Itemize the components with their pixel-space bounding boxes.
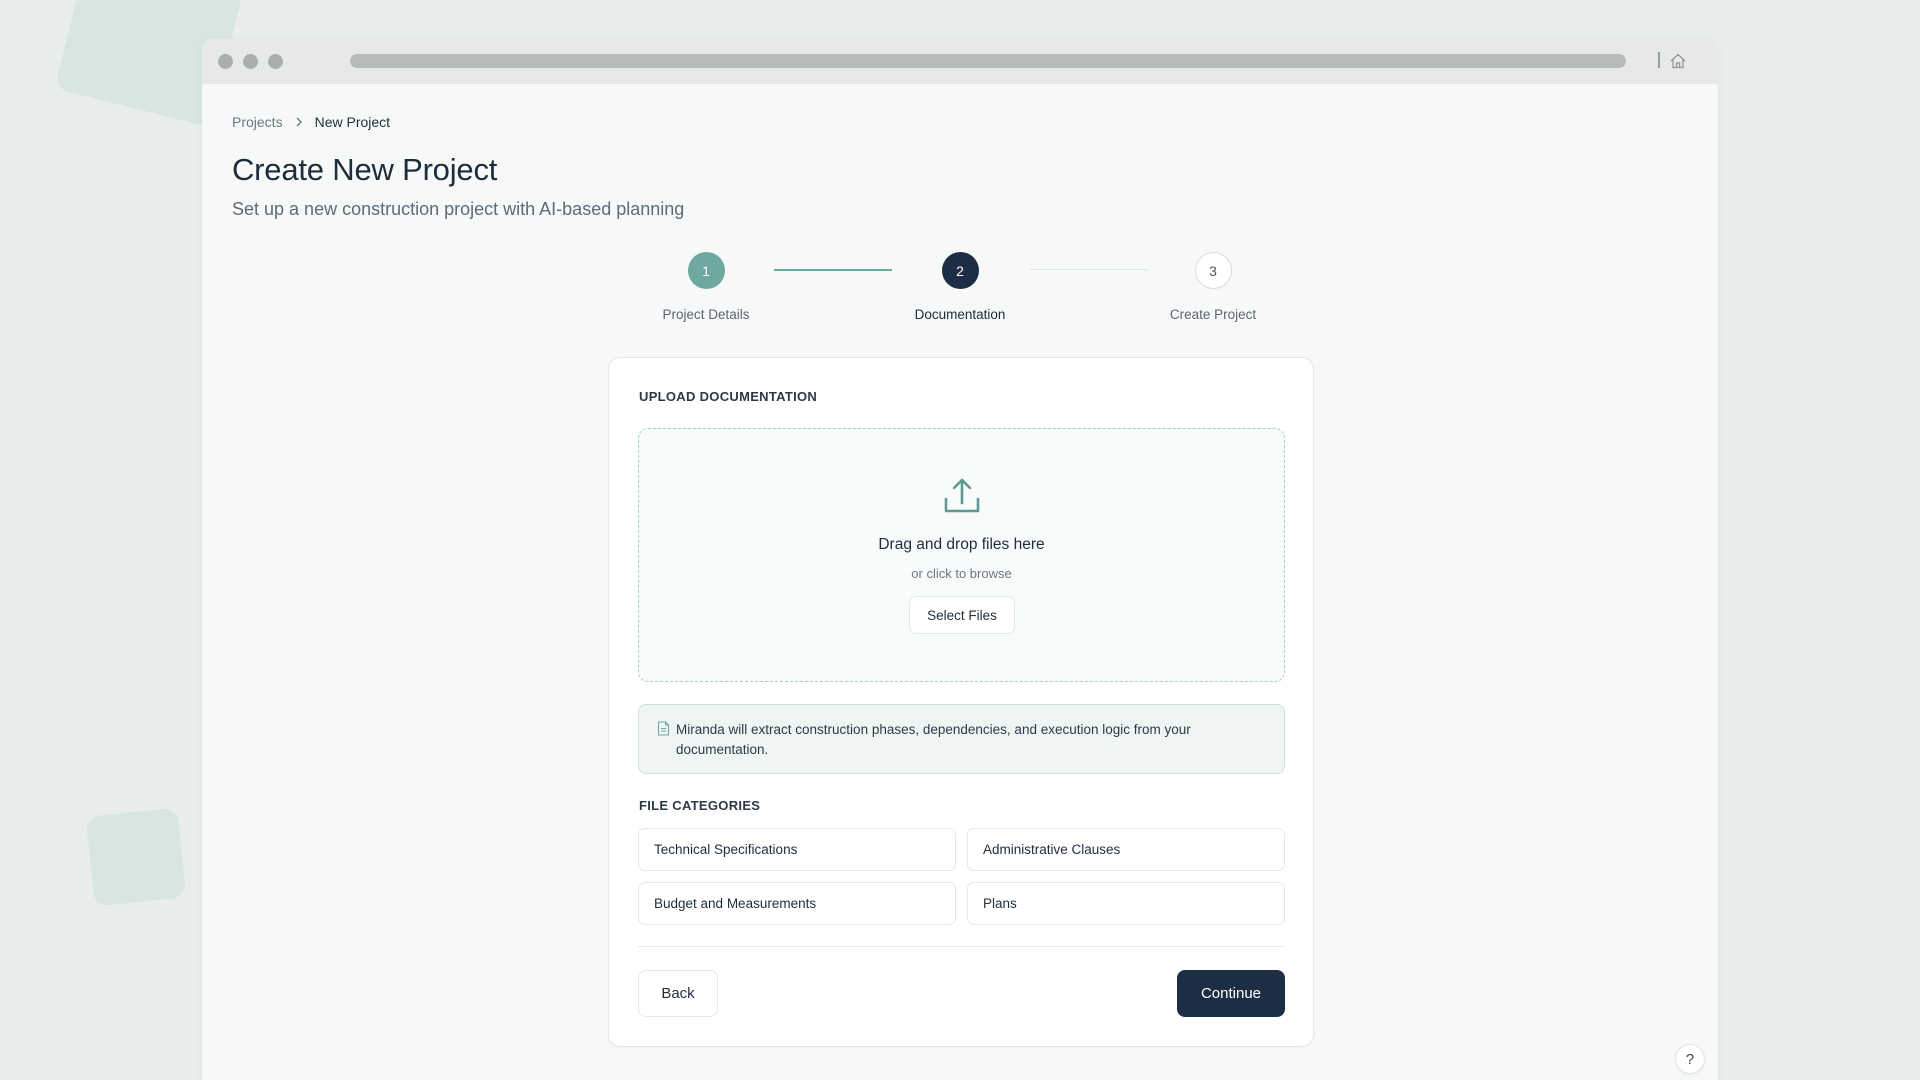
page-subtitle: Set up a new construction project with A… <box>232 199 685 219</box>
step-documentation[interactable]: 2 Documentation <box>880 252 1040 322</box>
dropzone-title: Drag and drop files here <box>878 536 1045 553</box>
upload-section-title: UPLOAD DOCUMENTATION <box>639 389 818 404</box>
breadcrumb-current: New Project <box>314 114 391 130</box>
page-title: Create New Project <box>232 152 498 187</box>
progress-stepper: 1 Project Details 2 Documentation 3 Crea… <box>202 252 1718 332</box>
chevron-right-icon <box>296 117 302 127</box>
help-button[interactable]: ? <box>1675 1044 1705 1074</box>
background-decoration <box>85 807 187 907</box>
step-label: Project Details <box>662 307 750 322</box>
info-text: Miranda will extract construction phases… <box>676 722 1191 757</box>
documentation-card: UPLOAD DOCUMENTATION Drag and drop files… <box>608 357 1314 1047</box>
window-maximize-dot[interactable] <box>268 54 283 69</box>
card-divider <box>638 946 1285 947</box>
back-button[interactable]: Back <box>638 970 718 1017</box>
step-label: Documentation <box>914 307 1006 322</box>
file-categories-title: FILE CATEGORIES <box>639 798 761 813</box>
step-number: 3 <box>1194 252 1232 289</box>
upload-icon <box>944 478 980 513</box>
browser-window: Projects New Project Create New Project … <box>202 38 1718 1080</box>
step-number: 1 <box>687 252 725 289</box>
category-administrative-clauses[interactable]: Administrative Clauses <box>967 828 1285 871</box>
step-connector-pending <box>1030 269 1148 270</box>
step-label: Create Project <box>1169 307 1257 322</box>
category-technical-specifications[interactable]: Technical Specifications <box>638 828 956 871</box>
step-create-project[interactable]: 3 Create Project <box>1133 252 1293 322</box>
step-project-details[interactable]: 1 Project Details <box>626 252 786 322</box>
home-icon[interactable] <box>1668 51 1688 71</box>
category-plans[interactable]: Plans <box>967 882 1285 925</box>
browser-titlebar <box>202 38 1718 84</box>
dropzone-subtitle: or click to browse <box>911 566 1012 581</box>
document-icon <box>657 721 670 736</box>
window-minimize-dot[interactable] <box>243 54 258 69</box>
ai-info-notice: Miranda will extract construction phases… <box>638 704 1285 774</box>
breadcrumb-projects-link[interactable]: Projects <box>232 114 283 130</box>
step-number: 2 <box>941 252 979 289</box>
file-dropzone[interactable]: Drag and drop files here or click to bro… <box>638 428 1285 682</box>
window-close-dot[interactable] <box>218 54 233 69</box>
category-budget-measurements[interactable]: Budget and Measurements <box>638 882 956 925</box>
toolbar-divider <box>1658 52 1660 68</box>
step-connector-completed <box>774 269 892 271</box>
breadcrumb: Projects New Project <box>232 114 390 130</box>
select-files-button[interactable]: Select Files <box>909 596 1015 634</box>
continue-button[interactable]: Continue <box>1177 970 1285 1017</box>
address-bar[interactable] <box>350 54 1626 68</box>
